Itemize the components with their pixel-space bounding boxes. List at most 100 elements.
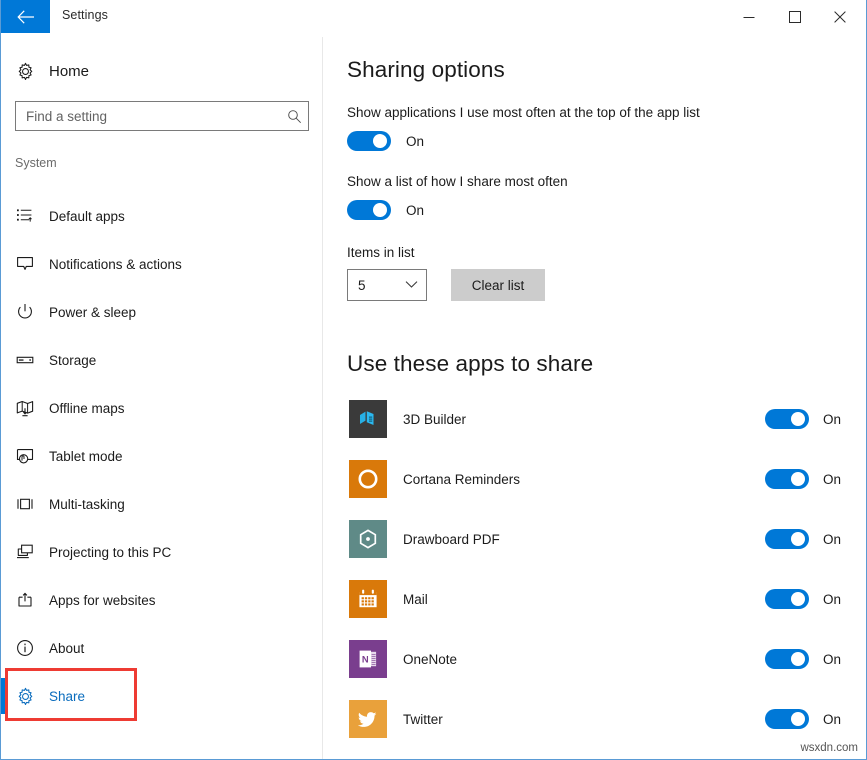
gear-icon <box>1 687 49 706</box>
app-toggle-wrap: On <box>765 409 841 429</box>
speech-bubble-icon <box>1 255 49 273</box>
app-name: 3D Builder <box>403 412 466 427</box>
sidebar-item-storage[interactable]: Storage <box>1 336 323 384</box>
svg-text:N: N <box>362 653 369 664</box>
sidebar-home-label: Home <box>49 63 89 80</box>
option-label-show-top-apps: Show applications I use most often at th… <box>347 105 700 120</box>
sidebar-item-home[interactable]: Home <box>1 54 323 88</box>
toggle-app-onenote[interactable] <box>765 649 809 669</box>
toggle-state-label: On <box>406 203 424 218</box>
sidebar-item-offline-maps[interactable]: Offline maps <box>1 384 323 432</box>
sidebar-item-multi-tasking[interactable]: Multi-tasking <box>1 480 323 528</box>
app-3d-builder-icon <box>349 400 387 438</box>
app-name: Cortana Reminders <box>403 472 520 487</box>
sidebar-item-tablet-mode[interactable]: Tablet mode <box>1 432 323 480</box>
sidebar-section-label: System <box>15 156 57 170</box>
sidebar-item-label: Storage <box>49 353 96 368</box>
sidebar-nav-list: Default apps Notifications & actions <box>1 192 323 720</box>
items-in-list-value: 5 <box>358 278 366 293</box>
sidebar-item-label: Offline maps <box>49 401 125 416</box>
list-arrow-icon <box>1 207 49 225</box>
search-input[interactable] <box>16 109 280 124</box>
close-button[interactable] <box>817 0 862 33</box>
multitask-icon <box>1 495 49 513</box>
app-name: Twitter <box>403 712 443 727</box>
toggle-app-3d-builder[interactable] <box>765 409 809 429</box>
toggle-app-mail[interactable] <box>765 589 809 609</box>
toggle-app-twitter[interactable] <box>765 709 809 729</box>
toggle-knob <box>791 592 805 606</box>
app-onenote-icon: N <box>349 640 387 678</box>
toggle-knob <box>791 532 805 546</box>
sidebar-item-default-apps[interactable]: Default apps <box>1 192 323 240</box>
app-drawboard-icon <box>349 520 387 558</box>
toggle-show-top-apps[interactable] <box>347 131 391 151</box>
power-icon <box>1 303 49 321</box>
maximize-button[interactable] <box>772 0 817 33</box>
share-apps-list: 3D Builder On Cortana Reminders On <box>347 389 847 749</box>
gear-icon <box>1 62 49 81</box>
app-name: OneNote <box>403 652 457 667</box>
sidebar-item-label: Apps for websites <box>49 593 156 608</box>
sidebar-item-about[interactable]: About <box>1 624 323 672</box>
app-row[interactable]: 3D Builder On <box>347 389 847 449</box>
map-download-icon <box>1 399 49 417</box>
sidebar: Home System <box>1 37 323 759</box>
title-bar: Settings <box>1 0 866 37</box>
back-button[interactable] <box>1 0 50 33</box>
app-toggle-wrap: On <box>765 649 841 669</box>
apps-websites-icon <box>1 591 49 609</box>
toggle-share-list[interactable] <box>347 200 391 220</box>
toggle-state-label: On <box>823 472 841 487</box>
minimize-button[interactable] <box>726 0 771 33</box>
app-name: Drawboard PDF <box>403 532 500 547</box>
app-row[interactable]: Mail On <box>347 569 847 629</box>
projecting-icon <box>1 543 49 561</box>
toggle-state-label: On <box>823 712 841 727</box>
app-row[interactable]: N OneNote On <box>347 629 847 689</box>
window-title: Settings <box>62 8 108 22</box>
close-icon <box>834 11 846 23</box>
items-in-list-label: Items in list <box>347 245 415 260</box>
search-icon <box>280 109 308 124</box>
toggle-knob <box>373 203 387 217</box>
settings-window: Settings Home <box>0 0 867 760</box>
app-toggle-wrap: On <box>765 529 841 549</box>
clear-list-button[interactable]: Clear list <box>451 269 545 301</box>
sidebar-item-apps-for-websites[interactable]: Apps for websites <box>1 576 323 624</box>
items-in-list-dropdown[interactable]: 5 <box>347 269 427 301</box>
sidebar-item-label: Notifications & actions <box>49 257 182 272</box>
toggle-app-cortana-reminders[interactable] <box>765 469 809 489</box>
toggle-row-show-top-apps: On <box>347 131 424 151</box>
app-row[interactable]: Drawboard PDF On <box>347 509 847 569</box>
maximize-icon <box>789 11 801 23</box>
app-row[interactable]: Twitter On <box>347 689 847 749</box>
main-content: Sharing options Show applications I use … <box>324 37 866 759</box>
watermark: wsxdn.com <box>800 742 858 754</box>
toggle-knob <box>791 652 805 666</box>
app-cortana-icon <box>349 460 387 498</box>
sidebar-item-power-sleep[interactable]: Power & sleep <box>1 288 323 336</box>
sidebar-item-projecting-to-this-pc[interactable]: Projecting to this PC <box>1 528 323 576</box>
search-box[interactable] <box>15 101 309 131</box>
option-label-share-list: Show a list of how I share most often <box>347 174 568 189</box>
toggle-knob <box>791 412 805 426</box>
sidebar-item-label: About <box>49 641 84 656</box>
sidebar-item-notifications-actions[interactable]: Notifications & actions <box>1 240 323 288</box>
toggle-knob <box>791 712 805 726</box>
sidebar-item-share[interactable]: Share <box>1 672 323 720</box>
toggle-state-label: On <box>823 532 841 547</box>
tablet-hand-icon <box>1 447 49 465</box>
minimize-icon <box>743 11 755 23</box>
sidebar-item-label: Default apps <box>49 209 125 224</box>
app-toggle-wrap: On <box>765 469 841 489</box>
app-name: Mail <box>403 592 428 607</box>
app-row[interactable]: Cortana Reminders On <box>347 449 847 509</box>
toggle-knob <box>791 472 805 486</box>
toggle-app-drawboard-pdf[interactable] <box>765 529 809 549</box>
info-icon <box>1 639 49 657</box>
app-toggle-wrap: On <box>765 589 841 609</box>
sidebar-item-label: Multi-tasking <box>49 497 125 512</box>
apps-section-title: Use these apps to share <box>347 351 593 377</box>
sidebar-item-label: Projecting to this PC <box>49 545 171 560</box>
